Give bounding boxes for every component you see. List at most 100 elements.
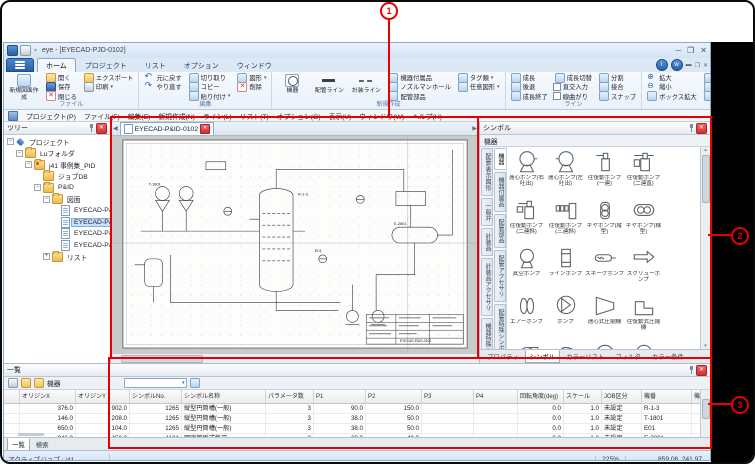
ribbon-button[interactable]: 3Dモデル表示 <box>702 91 710 102</box>
ribbon-tab-1[interactable]: プロジェクト <box>76 58 136 72</box>
info-icon[interactable]: i <box>655 59 668 71</box>
quick-access-dropdown-icon[interactable]: ▾ <box>34 47 37 54</box>
tree-item[interactable]: − 図面 <box>4 193 110 206</box>
ribbon-button[interactable]: 後退 <box>509 81 550 92</box>
table-header-cell[interactable]: オリジンX <box>20 390 76 403</box>
new-doc-icon <box>17 74 31 87</box>
ribbon-tab-4[interactable]: ウィンドウ <box>228 58 281 72</box>
ribbon-button[interactable]: 閉じる <box>44 91 79 102</box>
ribbon-button[interactable]: 成長 <box>509 72 550 83</box>
table-cell: 650.0 <box>20 424 76 433</box>
ribbon-button[interactable]: コピー <box>187 81 233 92</box>
ribbon-button[interactable]: やり直す <box>142 80 183 91</box>
ribbon-button[interactable]: 配管ライン <box>312 73 346 101</box>
ribbon-button[interactable]: 貼り付け ▾ <box>187 91 233 102</box>
ribbon-button[interactable]: 配管部品 <box>386 91 452 102</box>
ribbon-checkbox[interactable]: 直交入力 <box>552 82 594 91</box>
ribbon-button[interactable]: 成長切替 <box>553 72 594 83</box>
folder-icon <box>52 250 63 262</box>
doc-minimize-icon[interactable]: ▬ <box>686 62 692 68</box>
ribbon-button[interactable]: 切り取り <box>187 72 233 83</box>
delete-icon <box>237 81 248 92</box>
ribbon-button[interactable]: 縮小 <box>645 81 699 91</box>
ribbon-button[interactable]: 図形 ▾ <box>235 72 268 83</box>
tree-close-icon[interactable]: ✕ <box>96 122 107 134</box>
list-tab-1[interactable]: 検索 <box>31 438 54 450</box>
tree-item[interactable]: − j41 事例集_PID <box>4 158 110 171</box>
menu-item-0[interactable]: プロジェクト(P) <box>26 111 76 121</box>
table-header-cell[interactable] <box>4 390 20 403</box>
table-cell: 376.0 <box>20 404 76 413</box>
ribbon-tab-2[interactable]: リスト <box>136 58 175 72</box>
zoom-level[interactable]: 225% <box>595 455 625 460</box>
checkbox-icon[interactable] <box>552 82 561 91</box>
app-icon[interactable] <box>7 45 18 56</box>
print-icon[interactable] <box>8 378 18 388</box>
application-menu-button[interactable] <box>6 58 34 72</box>
tree-item[interactable]: − P&ID <box>4 181 110 194</box>
tree-expander-icon[interactable]: − <box>16 149 23 157</box>
ribbon-button[interactable]: 成長終了 <box>509 91 550 102</box>
minimize-button[interactable]: ─ <box>675 46 681 55</box>
doc-restore-icon[interactable]: ❐ <box>695 62 700 69</box>
tree-item[interactable]: EYECAD-P&ID-0103 <box>4 228 110 240</box>
tree-expander-icon[interactable]: − <box>43 195 50 203</box>
ribbon-button[interactable]: 計装ライン <box>349 73 383 101</box>
dropdown-arrow-icon: ▾ <box>263 74 267 81</box>
tree-item[interactable]: − Luフォルダ <box>4 147 110 160</box>
table-cell <box>4 404 20 413</box>
ribbon-button[interactable]: タグ類 ▾ <box>456 72 502 83</box>
ribbon-button[interactable]: 任意図形 ▾ <box>456 81 502 92</box>
annotation-line-3 <box>708 403 732 405</box>
tree-item[interactable]: EYECAD-P&ID-0101 <box>4 205 110 217</box>
ribbon-group-label <box>642 101 710 109</box>
grow-switch-icon <box>554 72 565 83</box>
w-icon[interactable]: w <box>670 59 683 71</box>
ribbon-button[interactable]: ノズルマンホール <box>386 81 452 92</box>
quick-print-icon[interactable] <box>20 45 31 56</box>
ribbon-button[interactable]: エクスポート <box>82 72 136 83</box>
dropdown-arrow-icon: ▾ <box>110 83 113 90</box>
ribbon-button[interactable]: 開く <box>44 72 79 83</box>
ribbon-button[interactable]: 選択箇所拡大 <box>702 81 710 92</box>
ribbon-tab-0[interactable]: ホーム <box>37 58 76 72</box>
tree-item[interactable]: − プロジェクト <box>4 136 110 148</box>
doc-icon <box>61 239 70 251</box>
ribbon-button[interactable]: 接合 <box>597 81 638 92</box>
ribbon-tab-3[interactable]: オプション <box>175 58 228 72</box>
tree-item[interactable]: EYECAD-P&ID-0102 <box>4 216 110 229</box>
ribbon-button[interactable]: 新規図面作成 <box>7 73 41 101</box>
close-button[interactable]: ✕ <box>700 46 707 55</box>
any-shape-icon <box>457 81 468 92</box>
tree-expander-icon[interactable]: − <box>25 161 32 169</box>
ribbon-button[interactable]: 保存 <box>44 81 79 92</box>
title-bar: ▾ eye - [EYECAD-PJD-0102] ─ ❐ ✕ <box>4 43 710 58</box>
checkbox-icon[interactable] <box>552 92 561 101</box>
folder-job-icon <box>34 158 45 170</box>
import-icon[interactable] <box>34 378 44 388</box>
tree-item[interactable]: EYECAD-P&ID-0104 <box>4 239 110 252</box>
export-icon[interactable] <box>21 378 31 388</box>
tree-expander-icon[interactable]: − <box>7 138 14 146</box>
tree-expander-icon[interactable]: + <box>43 253 50 261</box>
pin-icon[interactable] <box>89 124 94 132</box>
ribbon-button[interactable]: 機器 <box>275 73 309 101</box>
list-tab-0[interactable]: 一覧 <box>7 438 30 450</box>
tree-panel: ツリー ✕ − プロジェクト − Luフォルダ − j41 事例集_PID ジョブDB − P&… <box>4 122 111 363</box>
ribbon-button[interactable]: 機器付属品 <box>386 72 452 83</box>
maximize-button[interactable]: ❐ <box>687 46 694 55</box>
table-horizontal-scroll-thumb[interactable] <box>18 433 44 436</box>
ribbon-button[interactable]: ボックス拡大 <box>645 91 699 102</box>
ribbon-button[interactable]: スナップ <box>597 91 638 102</box>
doc-close-icon[interactable]: ✕ <box>703 62 708 69</box>
ribbon-button[interactable]: 削除 <box>235 81 268 92</box>
ribbon-button[interactable]: 全体表示 <box>702 72 710 83</box>
tree-item[interactable]: ジョブDB <box>4 170 110 183</box>
ribbon-button[interactable]: 印刷 ▾ <box>82 81 136 92</box>
annotation-circle-1: 1 <box>380 2 398 20</box>
ribbon-checkbox[interactable]: 線曲がり <box>552 92 594 101</box>
snap-icon <box>598 91 609 102</box>
ribbon-button[interactable]: 分割 <box>597 72 638 83</box>
tree-expander-icon[interactable]: − <box>34 184 41 192</box>
tree-item[interactable]: + リスト <box>4 250 110 263</box>
